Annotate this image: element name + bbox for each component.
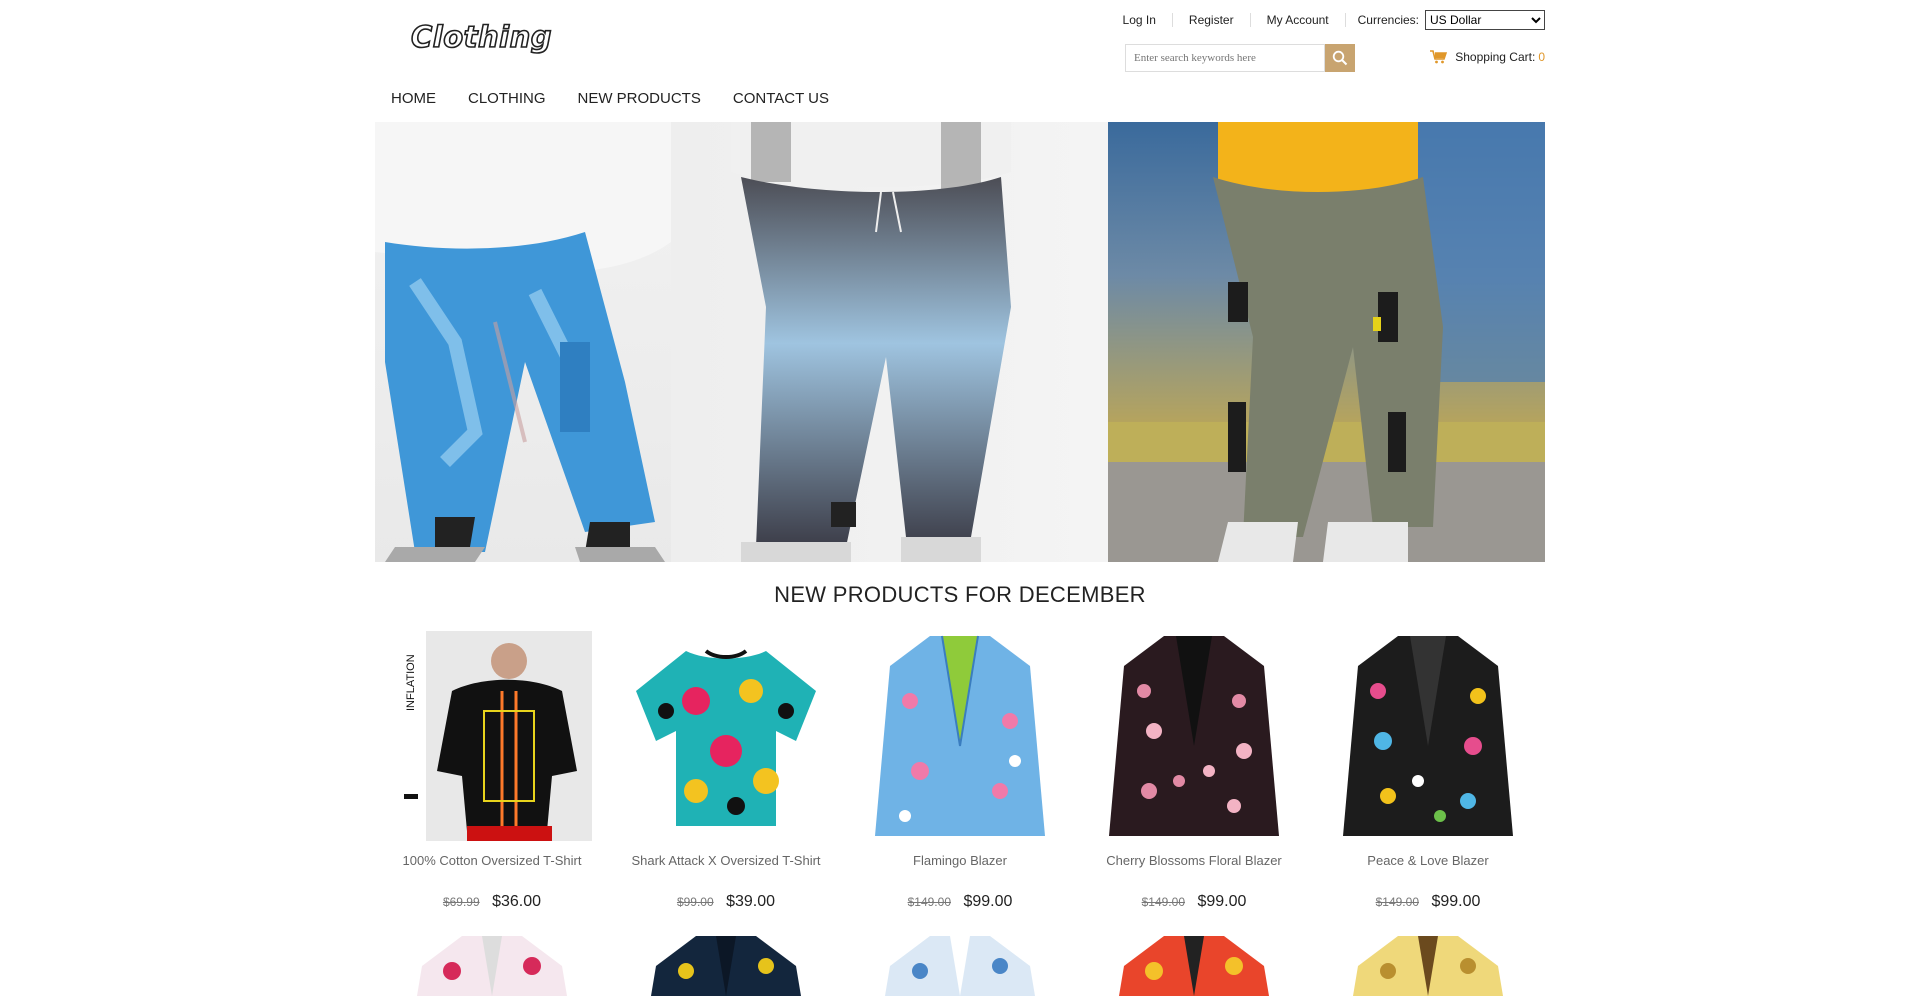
shopping-cart[interactable]: Shopping Cart: 0 [1430,50,1545,64]
section-title: NEW PRODUCTS FOR DECEMBER [774,582,1146,607]
product-grid-row-2 [375,936,1545,996]
product-image[interactable] [843,936,1077,996]
site-logo[interactable]: Clothing [410,19,552,55]
product-prices: $99.00 $39.00 [609,893,843,911]
product-image[interactable]: INFLATION [375,631,609,841]
main-nav: HOME CLOTHING NEW PRODUCTS CONTACT US [375,88,845,110]
old-price: $149.00 [907,895,951,909]
product-grid: INFLATION 100% Cotton Oversized T-Shirt … [375,631,1545,911]
product-prices: $149.00 $99.00 [1077,893,1311,911]
top-links: Log In Register My Account Currencies: U… [1107,10,1545,30]
gradient-jogger-image [671,122,1108,562]
product-name[interactable]: Shark Attack X Oversized T-Shirt [609,853,843,871]
sale-price: $36.00 [492,893,542,910]
product-name[interactable]: Peace & Love Blazer [1311,853,1545,871]
search-button[interactable] [1325,44,1355,72]
old-price: $149.00 [1375,895,1419,909]
nav-contact-us[interactable]: CONTACT US [717,88,845,110]
product-prices: $69.99 $36.00 [375,893,609,911]
hero-banner[interactable] [375,122,1545,562]
product-card[interactable] [843,936,1077,996]
product-image[interactable] [843,631,1077,841]
product-name[interactable]: Cherry Blossoms Floral Blazer [1077,853,1311,871]
cargo-pants-image [1108,122,1545,562]
sale-price: $99.00 [1197,893,1247,910]
cart-count: 0 [1538,50,1545,64]
product-card[interactable] [1077,936,1311,996]
my-account-link[interactable]: My Account [1251,13,1346,27]
cart-label: Shopping Cart: [1455,50,1536,64]
cart-icon [1430,50,1448,64]
search-icon [1332,50,1348,66]
product-card[interactable]: Peace & Love Blazer $149.00 $99.00 [1311,631,1545,911]
nav-clothing[interactable]: CLOTHING [452,88,562,110]
sale-price: $99.00 [963,893,1013,910]
old-price: $69.99 [442,895,480,909]
product-card[interactable] [375,936,609,996]
product-card[interactable] [609,936,843,996]
product-name[interactable]: 100% Cotton Oversized T-Shirt [375,853,609,871]
product-prices: $149.00 $99.00 [1311,893,1545,911]
product-image[interactable] [609,631,843,841]
nav-home[interactable]: HOME [375,88,452,110]
product-card[interactable]: INFLATION 100% Cotton Oversized T-Shirt … [375,631,609,911]
sale-price: $39.00 [726,893,776,910]
product-image[interactable] [1077,936,1311,996]
product-card[interactable]: Cherry Blossoms Floral Blazer $149.00 $9… [1077,631,1311,911]
product-card[interactable]: Shark Attack X Oversized T-Shirt $99.00 … [609,631,843,911]
product-name[interactable]: Flamingo Blazer [843,853,1077,871]
product-image[interactable] [1077,631,1311,841]
old-price: $99.00 [676,895,714,909]
search-input[interactable] [1125,44,1325,72]
product-image[interactable] [609,936,843,996]
currency-select[interactable]: US Dollar [1425,10,1545,30]
product-card[interactable] [1311,936,1545,996]
product-image[interactable] [1311,631,1545,841]
register-link[interactable]: Register [1173,13,1251,27]
product-card[interactable]: Flamingo Blazer $149.00 $99.00 [843,631,1077,911]
product-image[interactable] [375,936,609,996]
sale-price: $99.00 [1431,893,1481,910]
currencies-label: Currencies: [1357,13,1419,27]
product-prices: $149.00 $99.00 [843,893,1077,911]
login-link[interactable]: Log In [1107,13,1173,27]
inflation-brand-text: INFLATION [405,654,417,711]
search-form [1125,44,1363,72]
product-image[interactable] [1311,936,1545,996]
nav-new-products[interactable]: NEW PRODUCTS [562,88,717,110]
tie-dye-pants-image [375,122,671,562]
old-price: $149.00 [1141,895,1185,909]
